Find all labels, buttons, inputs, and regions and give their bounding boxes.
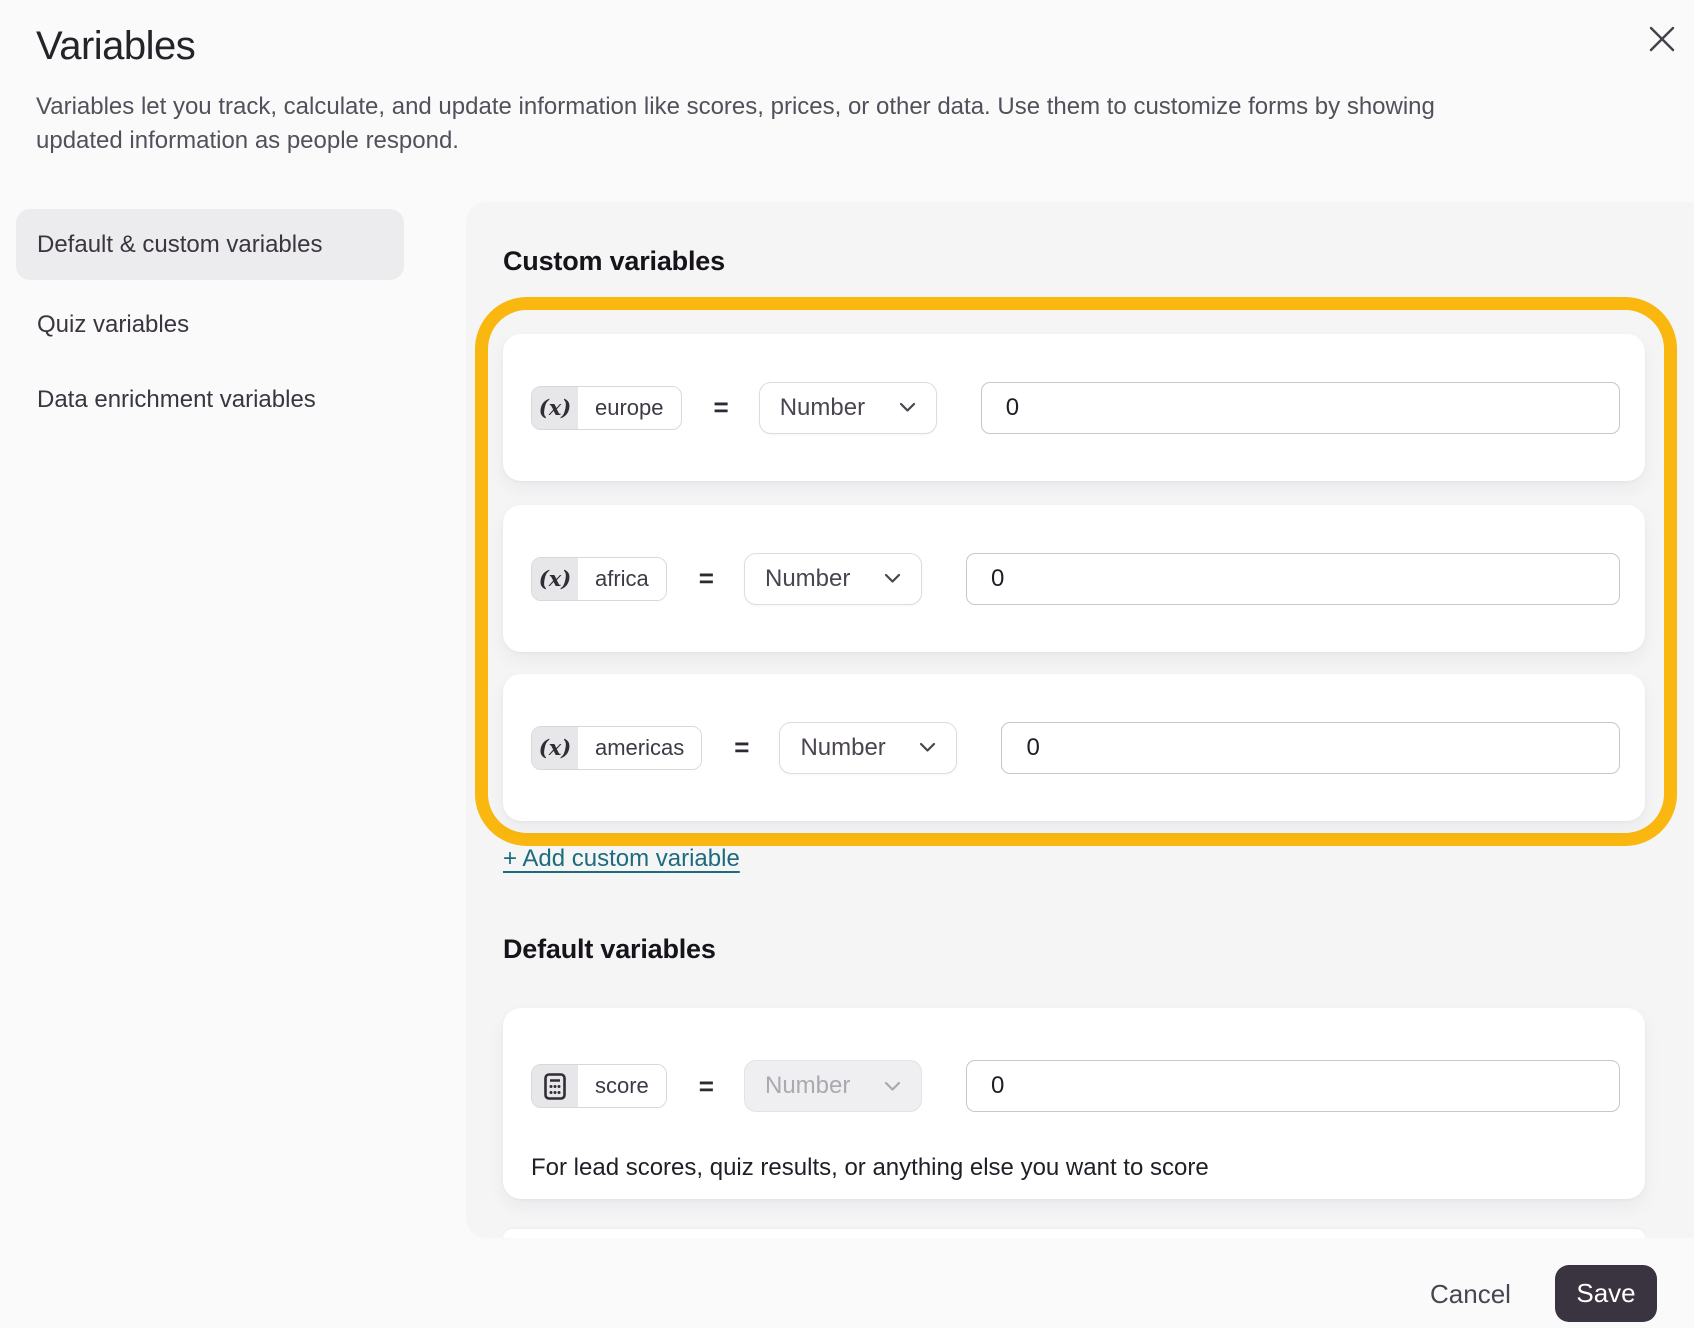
variable-type-dropdown-disabled: Number xyxy=(743,1060,922,1112)
save-button-label: Save xyxy=(1576,1278,1636,1308)
variable-type-value: Number xyxy=(764,1072,851,1099)
variables-panel: Custom variables (x) europe = Number (x)… xyxy=(466,202,1694,1238)
sidebar-item-quiz-variables[interactable]: Quiz variables xyxy=(16,303,404,347)
variable-value-input[interactable] xyxy=(980,381,1620,434)
sidebar: Default & custom variables Quiz variable… xyxy=(16,209,404,453)
score-helper-text: For lead scores, quiz results, or anythi… xyxy=(531,1154,1209,1181)
variables-modal: Variables Variables let you track, calcu… xyxy=(0,0,1694,1342)
variable-name-chip[interactable]: score xyxy=(531,1064,667,1108)
page-title: Variables xyxy=(36,24,196,68)
variable-icon: (x) xyxy=(532,726,578,769)
chevron-down-icon xyxy=(884,1081,901,1091)
variable-icon: (x) xyxy=(532,557,578,600)
variable-name-chip[interactable]: (x) americas xyxy=(531,725,703,770)
equals-sign: = xyxy=(698,563,714,593)
sidebar-item-default-custom-variables[interactable]: Default & custom variables xyxy=(16,209,404,280)
equals-sign: = xyxy=(734,732,750,762)
sidebar-item-data-enrichment-variables[interactable]: Data enrichment variables xyxy=(16,378,404,422)
add-custom-variable-link[interactable]: + Add custom variable xyxy=(503,845,740,873)
variable-name: africa xyxy=(578,557,666,600)
partial-next-card xyxy=(503,1229,1645,1238)
custom-variable-row: (x) africa = Number xyxy=(503,505,1645,652)
close-icon xyxy=(1649,26,1675,52)
variable-type-dropdown[interactable]: Number xyxy=(779,721,958,774)
variable-name-chip[interactable]: (x) africa xyxy=(531,556,667,601)
equals-sign: = xyxy=(713,392,729,422)
close-button[interactable] xyxy=(1644,21,1680,57)
custom-variable-row: (x) americas = Number xyxy=(503,674,1645,821)
variable-name-chip[interactable]: (x) europe xyxy=(531,385,682,430)
variable-type-value: Number xyxy=(800,733,886,761)
variable-name: americas xyxy=(578,726,702,769)
variable-value-input[interactable] xyxy=(965,1060,1620,1112)
calculator-icon xyxy=(532,1065,578,1107)
cancel-button[interactable]: Cancel xyxy=(1410,1266,1531,1322)
default-variable-card: score = Number For lead scores, quiz res… xyxy=(503,1008,1645,1199)
variable-name: score xyxy=(578,1065,666,1107)
equals-sign: = xyxy=(698,1070,714,1101)
variable-type-value: Number xyxy=(779,393,866,421)
variable-type-dropdown[interactable]: Number xyxy=(758,381,937,434)
variable-type-value: Number xyxy=(764,564,851,592)
sidebar-item-label: Default & custom variables xyxy=(37,230,323,258)
variable-name: europe xyxy=(578,386,681,429)
custom-variable-row: (x) europe = Number xyxy=(503,334,1645,481)
cancel-button-label: Cancel xyxy=(1430,1278,1511,1309)
modal-bottom-edge xyxy=(0,1328,1694,1342)
default-variables-heading: Default variables xyxy=(503,934,716,964)
variable-value-input[interactable] xyxy=(1001,721,1620,774)
chevron-down-icon xyxy=(884,573,901,583)
chevron-down-icon xyxy=(920,742,936,752)
chevron-down-icon xyxy=(899,402,915,412)
sidebar-item-label: Data enrichment variables xyxy=(37,386,316,413)
variable-value-input[interactable] xyxy=(965,552,1620,605)
save-button[interactable]: Save xyxy=(1555,1265,1657,1322)
custom-variables-heading: Custom variables xyxy=(503,246,725,276)
sidebar-item-label: Quiz variables xyxy=(37,311,190,338)
variable-type-dropdown[interactable]: Number xyxy=(743,552,922,605)
variable-icon: (x) xyxy=(532,386,578,429)
modal-description: Variables let you track, calculate, and … xyxy=(36,93,1435,154)
